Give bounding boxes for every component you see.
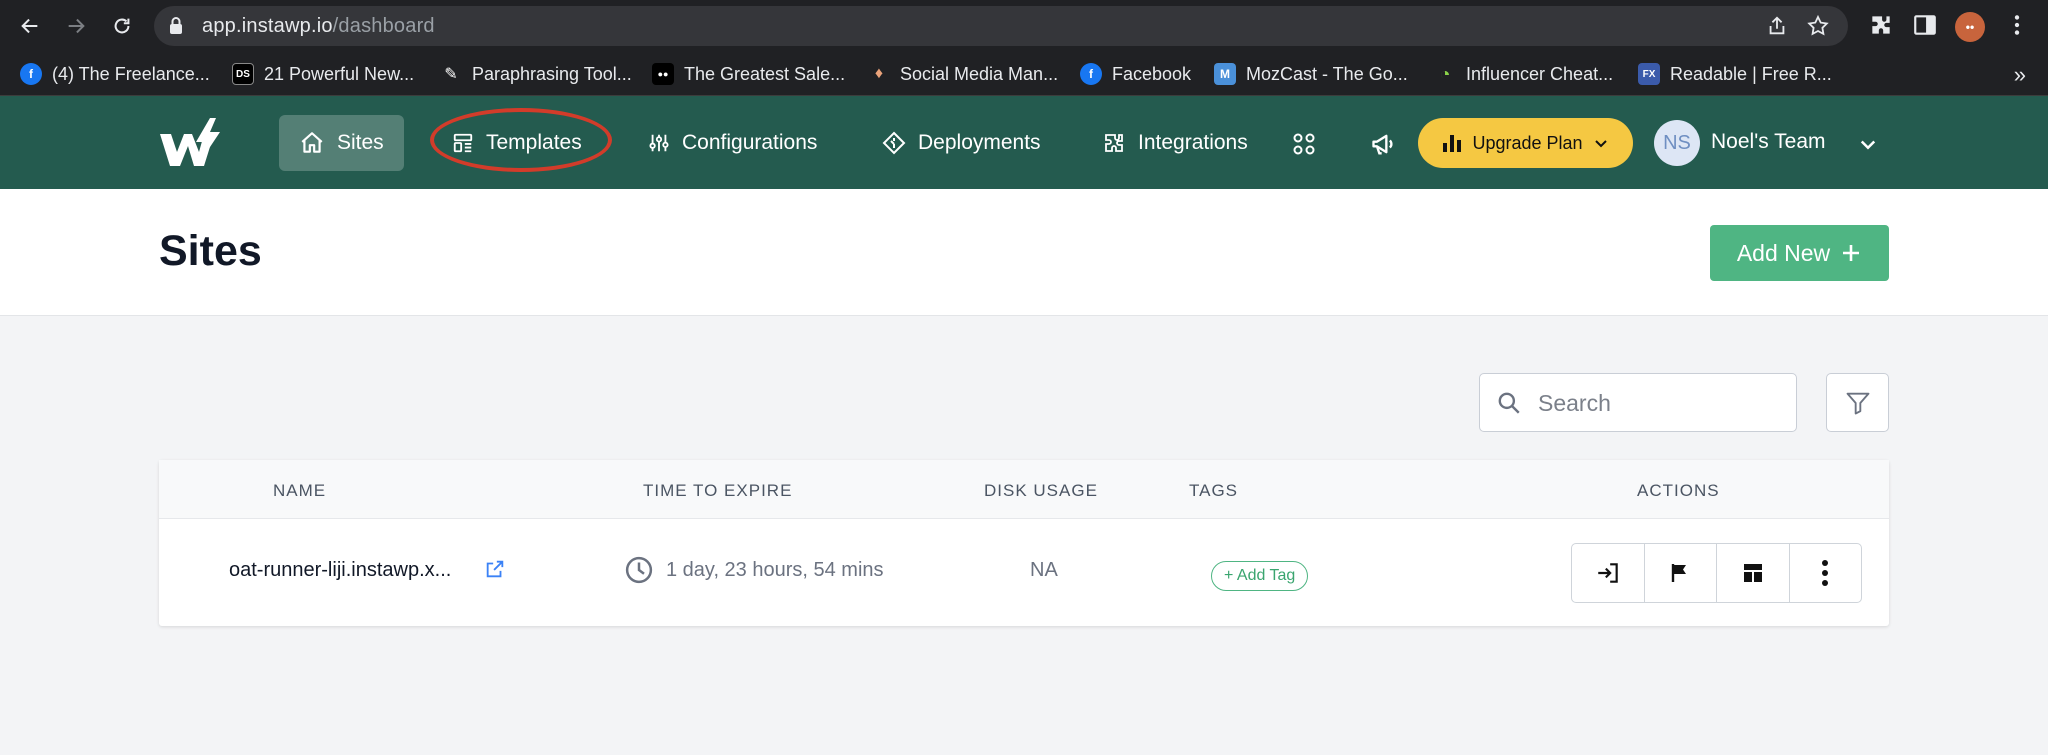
column-header-actions: ACTIONS xyxy=(1637,481,1720,500)
ds-icon: DS xyxy=(232,63,254,85)
chevron-down-icon[interactable] xyxy=(1858,134,1878,154)
flag-button[interactable] xyxy=(1645,544,1717,602)
instawp-logo[interactable] xyxy=(158,116,224,170)
arrow-left-icon xyxy=(21,18,38,34)
profile-avatar[interactable]: •• xyxy=(1955,12,1985,42)
bookmark-item[interactable]: ◔ Influencer Cheat... xyxy=(1434,59,1614,89)
drop-icon: ♦ xyxy=(874,65,884,82)
templates-highlight-ring xyxy=(430,108,612,172)
arrow-right-icon xyxy=(68,18,85,34)
share-icon[interactable] xyxy=(1766,14,1788,38)
bookmark-item[interactable]: DS 21 Powerful New... xyxy=(232,59,414,89)
column-header-disk: DISK USAGE xyxy=(984,481,1098,500)
add-tag-button[interactable]: + Add Tag xyxy=(1211,561,1309,591)
home-icon xyxy=(301,132,323,153)
sliders-icon xyxy=(649,134,669,152)
chevron-down-icon xyxy=(1594,140,1607,148)
disk-usage: NA xyxy=(1030,559,1058,581)
search-input[interactable] xyxy=(1538,386,1778,420)
bookmarks-bar: f (4) The Freelance... DS 21 Powerful New.… xyxy=(0,52,2048,96)
deploy-icon xyxy=(882,131,906,155)
ring-icon: ◔ xyxy=(1439,63,1451,84)
table-header: NAME TIME TO EXPIRE DISK USAGE TAGS ACTI… xyxy=(159,460,1889,519)
time-to-expire: 1 day, 23 hours, 54 mins xyxy=(624,555,884,585)
search-box[interactable] xyxy=(1479,373,1797,432)
plus-icon xyxy=(1843,245,1860,261)
column-header-name: NAME xyxy=(273,481,327,500)
sites-table: NAME TIME TO EXPIRE DISK USAGE TAGS ACTI… xyxy=(159,460,1889,626)
url-text: app.instawp.io/dashboard xyxy=(202,15,435,37)
clock-icon xyxy=(625,556,653,584)
site-name-link[interactable]: oat-runner-liji.instawp.x... xyxy=(229,559,451,582)
star-icon[interactable] xyxy=(1806,14,1830,38)
app-header: Sites Templates Configurations Deploymen… xyxy=(0,96,2048,189)
bookmark-item[interactable]: f Facebook xyxy=(1080,59,1191,89)
nav-integrations[interactable]: Integrations xyxy=(1082,115,1268,171)
layout-icon xyxy=(1743,564,1762,582)
add-new-button[interactable]: Add New xyxy=(1710,225,1889,281)
page-header: Sites Add New xyxy=(0,189,2048,316)
column-header-expire: TIME TO EXPIRE xyxy=(643,481,793,500)
page-title: Sites xyxy=(159,227,262,275)
login-icon xyxy=(1598,563,1618,583)
address-bar[interactable]: app.instawp.io/dashboard xyxy=(154,6,1848,46)
facebook-icon: f xyxy=(1080,63,1102,85)
team-name[interactable]: Noel's Team xyxy=(1711,130,1826,154)
apps-grid-icon[interactable] xyxy=(1292,132,1316,156)
nav-deployments[interactable]: Deployments xyxy=(862,115,1061,171)
row-actions xyxy=(1571,543,1862,603)
table-row: oat-runner-liji.instawp.x... 1 day, 23 h… xyxy=(159,519,1889,626)
puzzle-icon xyxy=(1105,134,1123,152)
browser-toolbar: app.instawp.io/dashboard •• xyxy=(0,0,2048,52)
search-icon xyxy=(1498,392,1520,414)
moz-icon: M xyxy=(1214,63,1236,85)
back-button[interactable] xyxy=(14,10,46,42)
puzzle-extension-icon[interactable] xyxy=(1868,12,1894,38)
kebab-menu-icon[interactable] xyxy=(2004,12,2030,38)
bookmark-item[interactable]: ●● The Greatest Sale... xyxy=(652,59,845,89)
megaphone-icon[interactable] xyxy=(1370,130,1398,158)
reload-button[interactable] xyxy=(106,10,138,42)
kebab-menu-icon xyxy=(1822,560,1829,586)
medium-icon: ●● xyxy=(652,63,674,85)
bookmark-item[interactable]: FX Readable | Free R... xyxy=(1638,59,1832,89)
bookmark-item[interactable]: ✎ Paraphrasing Tool... xyxy=(440,59,631,89)
filter-button[interactable] xyxy=(1826,373,1889,432)
forward-button[interactable] xyxy=(60,10,92,42)
bar-chart-icon xyxy=(1443,135,1462,152)
reload-icon xyxy=(114,18,130,34)
bookmark-item[interactable]: M MozCast - The Go... xyxy=(1214,59,1408,89)
flag-icon xyxy=(1672,564,1687,582)
bookmark-item[interactable]: f (4) The Freelance... xyxy=(20,59,210,89)
fx-icon: FX xyxy=(1638,63,1660,85)
template-save-button[interactable] xyxy=(1717,544,1790,602)
facebook-icon: f xyxy=(20,63,42,85)
feather-icon: ✎ xyxy=(444,66,458,83)
lock-icon xyxy=(170,17,182,34)
more-actions-button[interactable] xyxy=(1790,544,1862,602)
nav-sites[interactable]: Sites xyxy=(279,115,404,171)
bookmark-item[interactable]: ♦ Social Media Man... xyxy=(868,59,1058,89)
upgrade-plan-button[interactable]: Upgrade Plan xyxy=(1418,118,1633,168)
nav-configurations[interactable]: Configurations xyxy=(628,115,837,171)
filter-icon xyxy=(1846,392,1869,414)
column-header-tags: TAGS xyxy=(1189,481,1239,500)
external-link-icon[interactable] xyxy=(484,558,506,580)
login-button[interactable] xyxy=(1572,544,1645,602)
bookmarks-overflow-button[interactable]: » xyxy=(2014,62,2026,88)
team-avatar[interactable]: NS xyxy=(1654,120,1700,166)
side-panel-icon[interactable] xyxy=(1912,12,1938,38)
